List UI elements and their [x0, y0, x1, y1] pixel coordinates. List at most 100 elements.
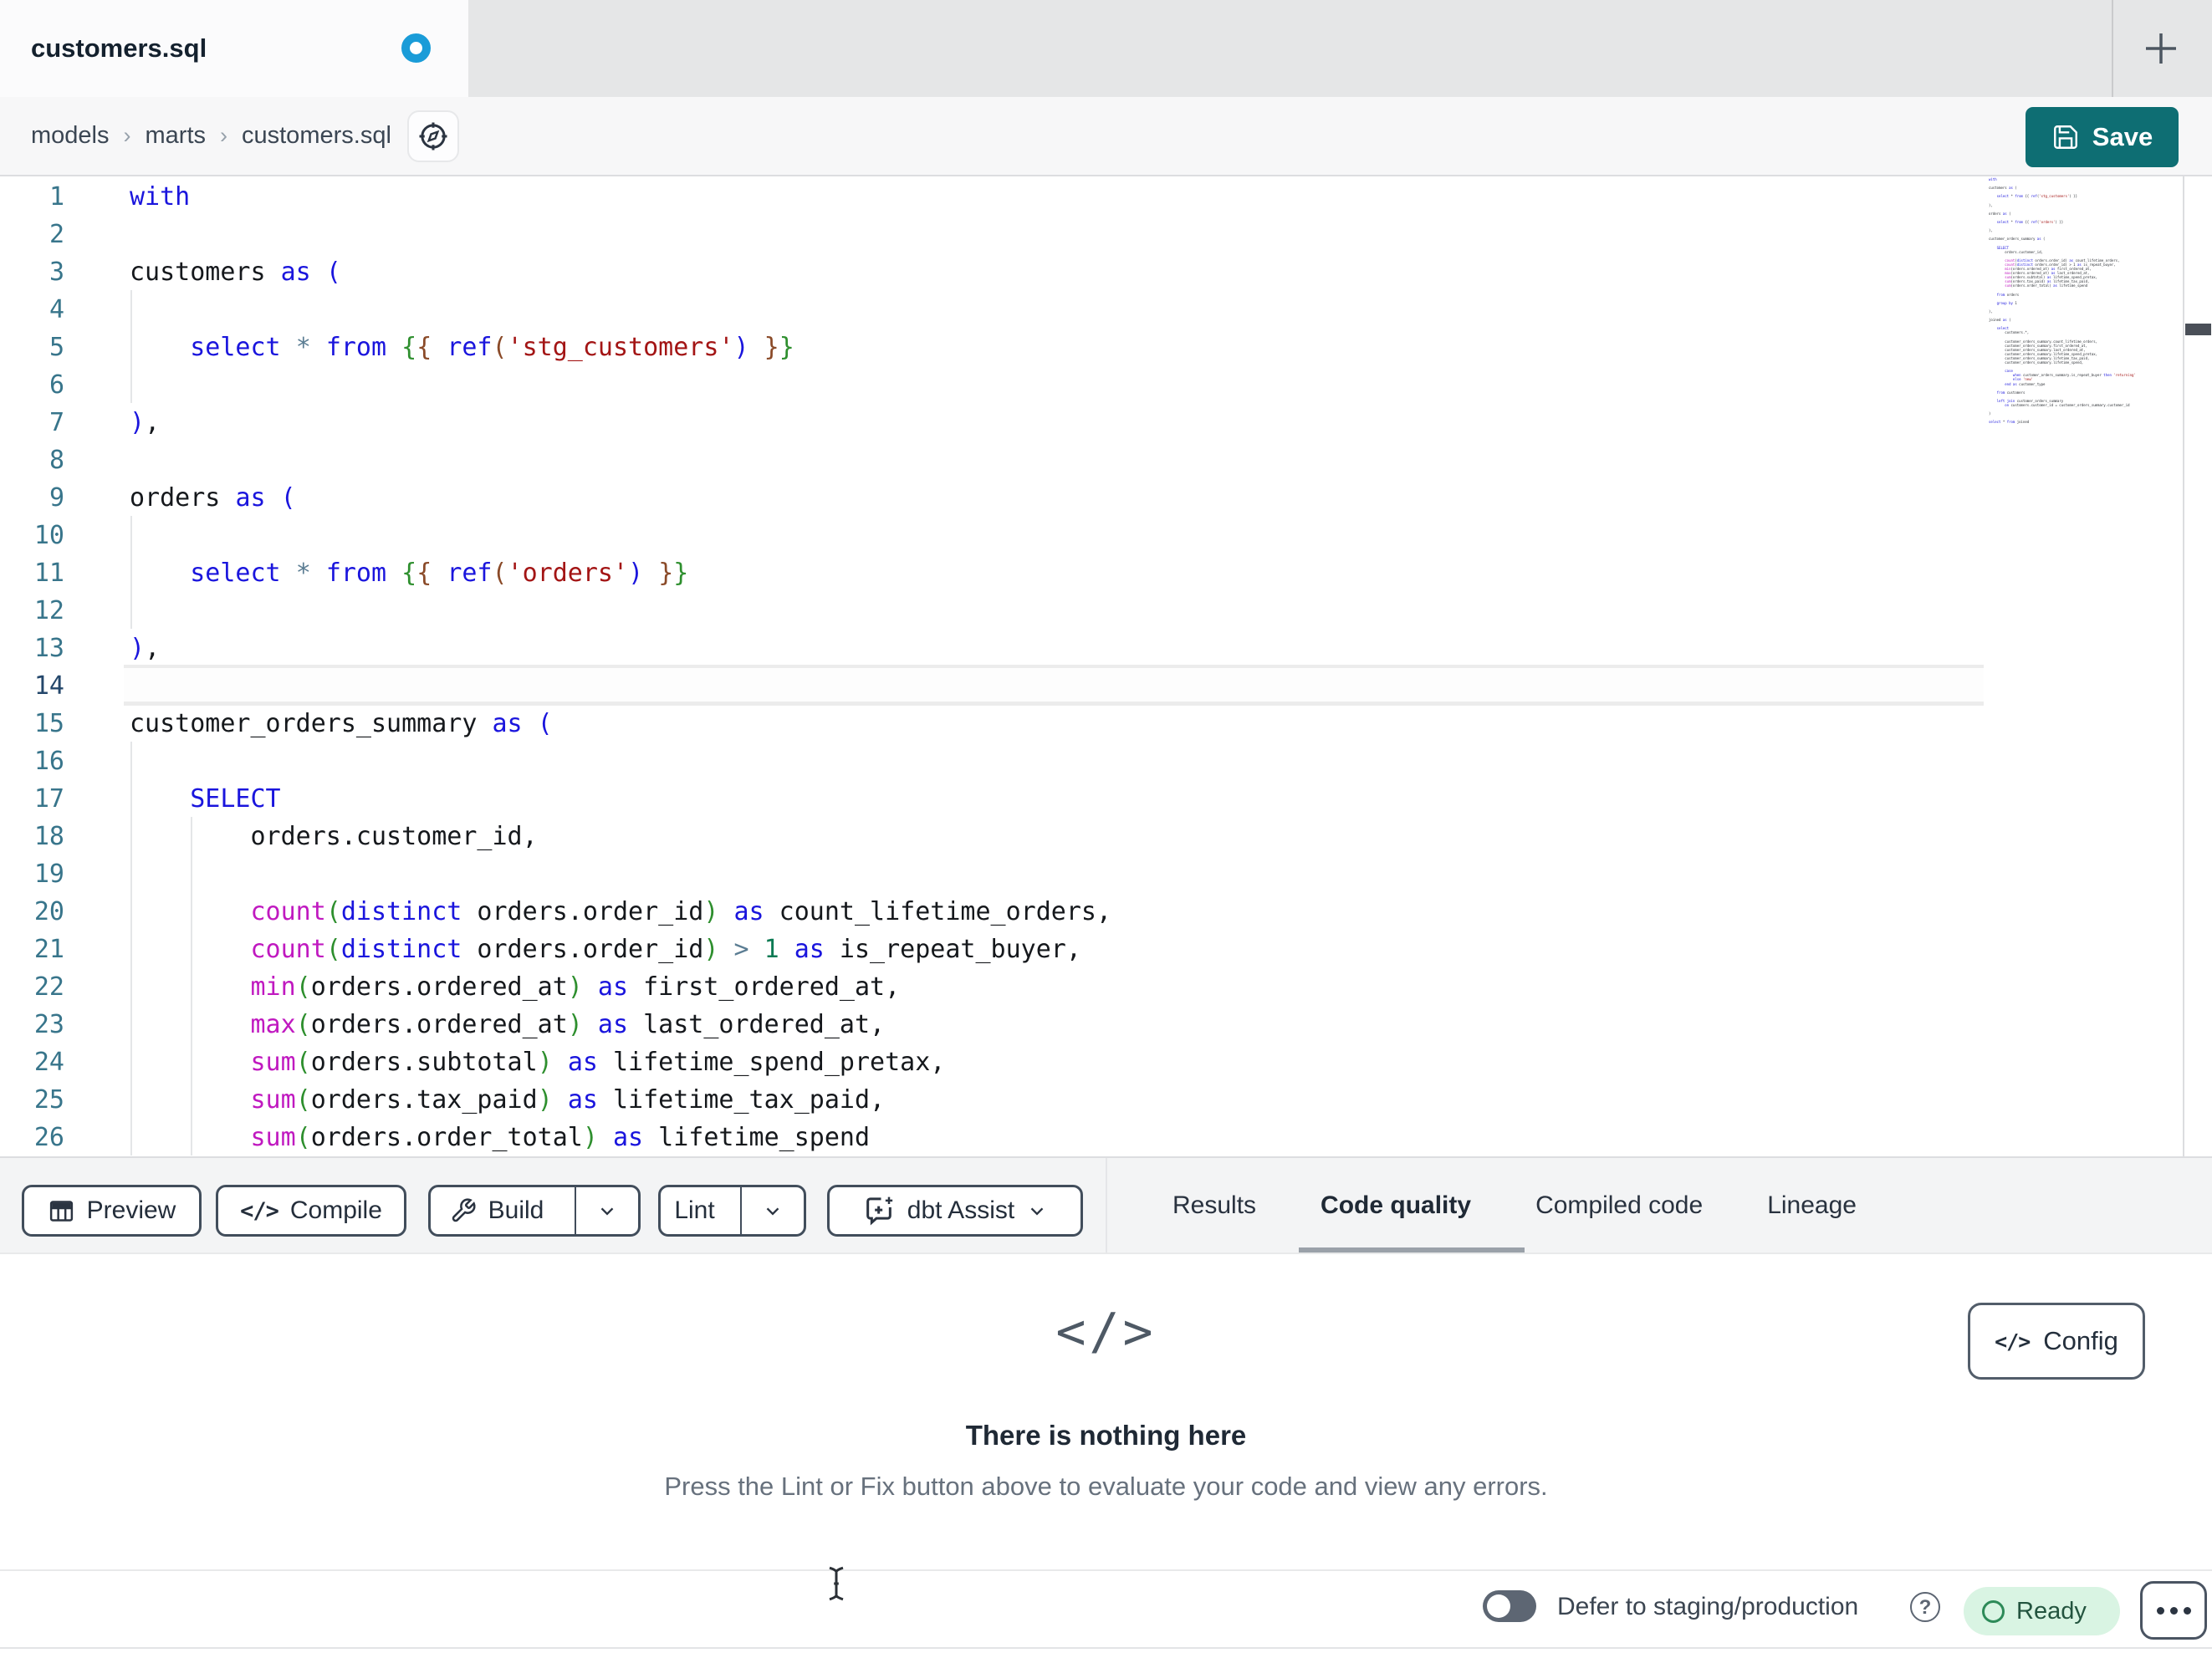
code-line[interactable]: 20 count(distinct orders.order_id) as co… [0, 893, 1984, 931]
build-button[interactable]: Build [431, 1187, 563, 1234]
line-number: 9 [49, 483, 64, 513]
tab-customers-sql[interactable]: customers.sql [0, 0, 468, 97]
code-line[interactable]: 1 with [0, 178, 1984, 216]
preview-label: Preview [86, 1196, 176, 1224]
code-text: select * from {{ ref('orders') }} [190, 559, 689, 588]
tab-results[interactable]: Results [1172, 1191, 1256, 1220]
line-number: 11 [33, 559, 64, 588]
line-number: 3 [49, 258, 64, 287]
line-number: 16 [33, 747, 64, 776]
config-label: Config [2043, 1326, 2118, 1355]
code-line[interactable]: 17 SELECT [0, 780, 1984, 818]
code-line[interactable]: 15 customer_orders_summary as ( [0, 705, 1984, 742]
breadcrumb-item-file[interactable]: customers.sql [242, 122, 391, 150]
minimap[interactable]: with customers as ( select * from {{ ref… [1989, 177, 2178, 428]
code-line[interactable]: 8 [0, 441, 1984, 479]
preview-button[interactable]: Preview [22, 1185, 202, 1237]
code-line[interactable]: 18 orders.customer_id, [0, 818, 1984, 855]
code-line[interactable]: 25 sum(orders.tax_paid) as lifetime_tax_… [0, 1081, 1984, 1119]
unsaved-dot-icon [401, 33, 431, 63]
plus-icon [2139, 27, 2183, 70]
code-line[interactable]: 22 min(orders.ordered_at) as first_order… [0, 968, 1984, 1006]
code-line[interactable]: 21 count(distinct orders.order_id) > 1 a… [0, 931, 1984, 968]
save-button[interactable]: Save [2026, 107, 2179, 167]
line-number: 2 [49, 220, 64, 249]
save-label: Save [2092, 122, 2153, 151]
code-line[interactable]: 14 [0, 667, 1984, 705]
status-bar: Defer to staging/production ? Ready [0, 1569, 2212, 1653]
code-line[interactable]: 12 [0, 592, 1984, 630]
code-line[interactable]: 23 max(orders.ordered_at) as last_ordere… [0, 1006, 1984, 1043]
compass-icon [416, 120, 450, 153]
code-text: orders as ( [130, 483, 296, 513]
chevron-down-icon [596, 1200, 618, 1222]
breadcrumb-item-models[interactable]: models [31, 122, 110, 150]
empty-state-title: There is nothing here [965, 1420, 1247, 1451]
line-number: 24 [33, 1048, 64, 1077]
compile-button[interactable]: </> Compile [216, 1185, 406, 1237]
code-text: sum(orders.tax_paid) as lifetime_tax_pai… [250, 1085, 886, 1115]
line-number: 26 [33, 1123, 64, 1152]
code-line[interactable]: 9 orders as ( [0, 479, 1984, 517]
code-line[interactable]: 24 sum(orders.subtotal) as lifetime_spen… [0, 1043, 1984, 1081]
result-tabs: Results Code quality Compiled code Linea… [1172, 1158, 1857, 1253]
breadcrumb-separator: › [220, 123, 227, 148]
code-text: orders.customer_id, [130, 822, 538, 851]
new-tab-button[interactable] [2139, 27, 2183, 70]
ellipsis-icon [2156, 1606, 2164, 1615]
breadcrumb-item-marts[interactable]: marts [146, 122, 207, 150]
scrollbar-thumb[interactable] [2185, 324, 2211, 335]
breadcrumb: models › marts › customers.sql [31, 97, 391, 175]
code-line[interactable]: 3 customers as ( [0, 253, 1984, 291]
tab-code-quality[interactable]: Code quality [1321, 1191, 1471, 1220]
code-line[interactable]: 16 [0, 742, 1984, 780]
build-label: Build [488, 1196, 544, 1224]
question-circle-icon[interactable]: ? [1910, 1592, 1940, 1622]
breadcrumb-row: models › marts › customers.sql Save [0, 97, 2212, 176]
lint-button[interactable]: Lint [661, 1187, 728, 1234]
line-number: 8 [49, 446, 64, 475]
lint-dropdown-button[interactable] [740, 1187, 804, 1234]
code-line[interactable]: 2 [0, 216, 1984, 253]
code-line[interactable]: 4 [0, 291, 1984, 329]
chevron-down-icon [762, 1200, 784, 1222]
tab-lineage[interactable]: Lineage [1767, 1191, 1857, 1220]
code-quality-panel: </> There is nothing here Press the Lint… [0, 1254, 2212, 1569]
code-line[interactable]: 19 [0, 855, 1984, 893]
table-grid-icon [48, 1197, 75, 1225]
code-line[interactable]: 13), [0, 630, 1984, 667]
line-number: 12 [33, 596, 64, 625]
code-text: count(distinct orders.order_id) as count… [250, 897, 1112, 926]
chevron-down-icon [1026, 1200, 1048, 1222]
code-line[interactable]: 6 [0, 366, 1984, 404]
editor-tab-bar: customers.sql [0, 0, 2212, 97]
line-number: 1 [49, 182, 64, 212]
ide-bottom-toolbar: Preview </> Compile Build Lint dbt Assis… [0, 1158, 2212, 1254]
code-line[interactable]: 5 select * from {{ ref('stg_customers') … [0, 329, 1984, 366]
defer-toggle[interactable] [1483, 1590, 1536, 1622]
line-number: 18 [33, 822, 64, 851]
active-tab-indicator [1299, 1247, 1525, 1253]
code-icon: </> [1995, 1329, 2031, 1354]
code-editor[interactable]: 1 with 2 3 customers as (4 5 select * from {{… [0, 176, 2212, 1158]
code-line[interactable]: 10 [0, 517, 1984, 554]
wrench-icon [450, 1197, 477, 1224]
file-navigate-button[interactable] [407, 110, 459, 162]
code-text: SELECT [190, 784, 281, 814]
tab-title: customers.sql [31, 33, 207, 63]
tab-compiled-code[interactable]: Compiled code [1535, 1191, 1703, 1220]
more-options-button[interactable] [2140, 1581, 2207, 1640]
code-icon: </> [1055, 1303, 1157, 1361]
build-dropdown-button[interactable] [575, 1187, 638, 1234]
code-line[interactable]: 7), [0, 404, 1984, 441]
dbt-assist-button[interactable]: dbt Assist [827, 1185, 1083, 1237]
line-number: 13 [33, 634, 64, 663]
code-line[interactable]: 11 select * from {{ ref('orders') }} [0, 554, 1984, 592]
config-button[interactable]: </> Config [1968, 1303, 2145, 1380]
defer-label: Defer to staging/production [1557, 1593, 1859, 1620]
code-line[interactable]: 26 sum(orders.order_total) as lifetime_s… [0, 1119, 1984, 1156]
